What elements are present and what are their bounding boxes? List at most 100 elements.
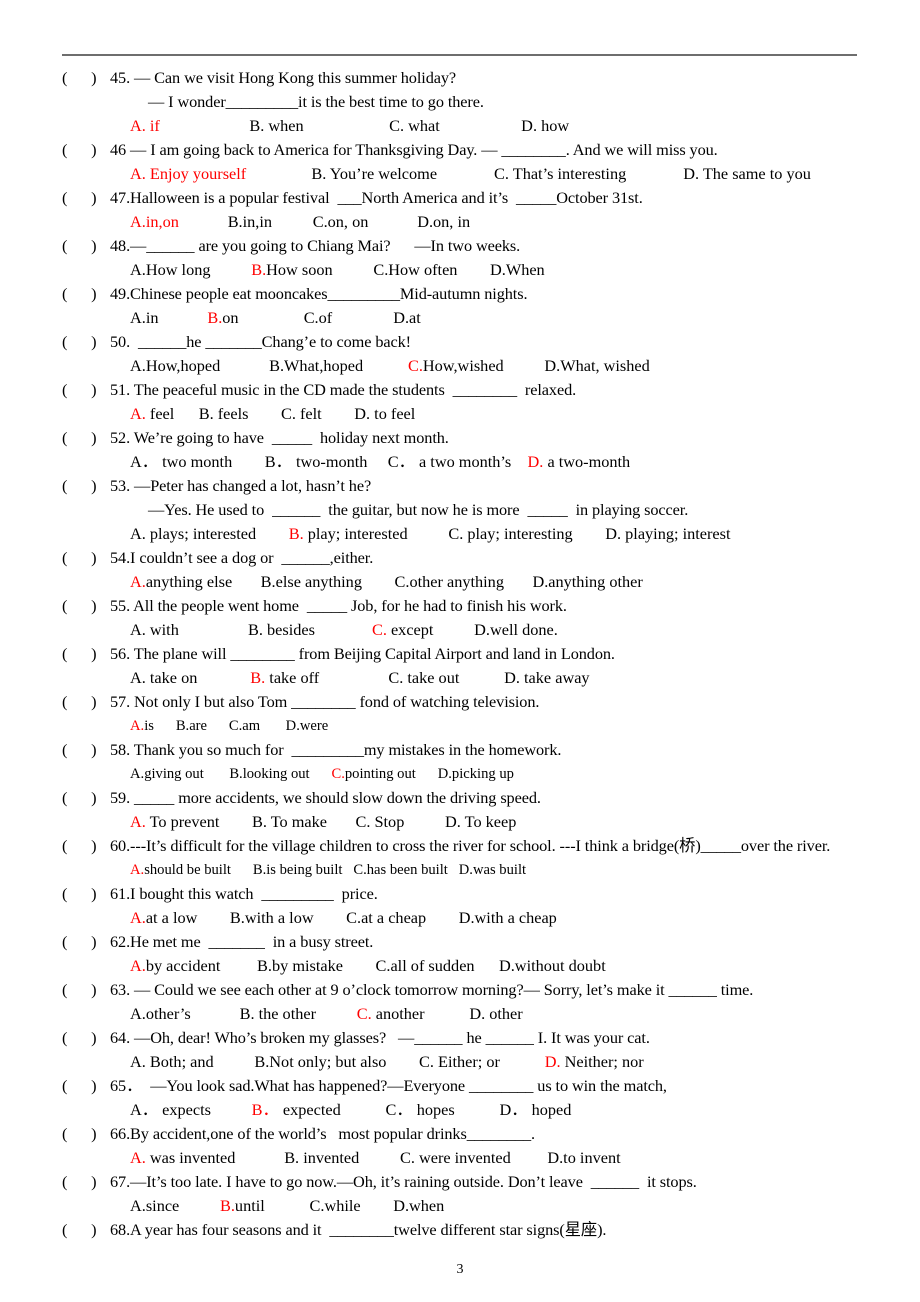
options-row[interactable]: A. feel B. feels C. felt D. to feel — [62, 402, 862, 426]
answer-bracket[interactable]: ( ) — [62, 642, 110, 666]
correct-answer-mark[interactable]: B. — [251, 260, 266, 279]
correct-answer-mark[interactable]: A. — [130, 908, 146, 927]
answer-bracket[interactable]: ( ) — [62, 66, 110, 90]
question-stem: ( ) 66.By accident,one of the world’s mos… — [62, 1122, 862, 1146]
answer-bracket[interactable]: ( ) — [62, 786, 110, 810]
correct-answer-mark[interactable]: A. — [130, 572, 146, 591]
answer-bracket[interactable]: ( ) — [62, 330, 110, 354]
correct-answer-mark[interactable]: A.in,on — [130, 212, 179, 231]
answer-bracket[interactable]: ( ) — [62, 834, 110, 858]
answer-bracket[interactable]: ( ) — [62, 234, 110, 258]
options-row[interactable]: A． expects B． expected C． hopes D． hoped — [62, 1098, 862, 1122]
options-row[interactable]: A. Enjoy yourself B. You’re welcome C. T… — [62, 162, 862, 186]
correct-answer-mark[interactable]: B. — [207, 308, 222, 327]
question-stem-continuation: — I wonder_________it is the best time t… — [62, 90, 862, 114]
question-text: 52. We’re going to have _____ holiday ne… — [110, 428, 449, 447]
question-text: 55. All the people went home _____ Job, … — [110, 596, 567, 615]
correct-answer-mark[interactable]: B. — [250, 668, 265, 687]
question-block: ( ) 56. The plane will ________ from Beij… — [62, 642, 862, 690]
answer-bracket[interactable]: ( ) — [62, 282, 110, 306]
correct-answer-mark[interactable]: C. — [331, 766, 344, 782]
options-row[interactable]: A.is B.are C.am D.were — [62, 714, 862, 738]
options-row[interactable]: A. Both; and B.Not only; but also C. Eit… — [62, 1050, 862, 1074]
header-rule — [62, 54, 857, 56]
options-row[interactable]: A.by accident B.by mistake C.all of sudd… — [62, 954, 862, 978]
question-text: 49.Chinese people eat mooncakes_________… — [110, 284, 528, 303]
question-stem: ( ) 64. —Oh, dear! Who’s broken my glasse… — [62, 1026, 862, 1050]
answer-bracket[interactable]: ( ) — [62, 690, 110, 714]
question-text: 62.He met me _______ in a busy street. — [110, 932, 374, 951]
correct-answer-mark[interactable]: B. — [289, 524, 304, 543]
options-row[interactable]: A.How long B.How soon C.How often D.When — [62, 258, 862, 282]
correct-answer-mark[interactable]: D. — [545, 1052, 561, 1071]
question-text: 47.Halloween is a popular festival ___No… — [110, 188, 643, 207]
options-row[interactable]: A. take on B. take off C. take out D. ta… — [62, 666, 862, 690]
correct-answer-mark[interactable]: A. — [130, 1148, 146, 1167]
correct-answer-mark[interactable]: A. Enjoy yourself — [130, 164, 246, 183]
options-row[interactable]: A.other’s B. the other C. another D. oth… — [62, 1002, 862, 1026]
answer-bracket[interactable]: ( ) — [62, 1218, 110, 1242]
correct-answer-mark[interactable]: B. — [220, 1196, 235, 1215]
answer-bracket[interactable]: ( ) — [62, 138, 110, 162]
question-text: 67.—It’s too late. I have to go now.—Oh,… — [110, 1172, 697, 1191]
answer-bracket[interactable]: ( ) — [62, 738, 110, 762]
question-text: 45. — Can we visit Hong Kong this summer… — [110, 68, 457, 87]
options-row[interactable]: A. plays; interested B. play; interested… — [62, 522, 862, 546]
answer-bracket[interactable]: ( ) — [62, 594, 110, 618]
answer-bracket[interactable]: ( ) — [62, 474, 110, 498]
options-row[interactable]: A.at a low B.with a low C.at a cheap D.w… — [62, 906, 862, 930]
question-text: 60.---It’s difficult for the village chi… — [110, 836, 831, 855]
correct-answer-mark[interactable]: A. — [130, 862, 144, 878]
question-block: ( ) 49.Chinese people eat mooncakes______… — [62, 282, 862, 330]
options-row[interactable]: A.should be built B.is being built C.has… — [62, 858, 862, 882]
options-row[interactable]: A. was invented B. invented C. were inve… — [62, 1146, 862, 1170]
page-number: 3 — [456, 1262, 464, 1277]
correct-answer-mark[interactable]: C. — [372, 620, 387, 639]
question-text: 63. — Could we see each other at 9 o’clo… — [110, 980, 754, 999]
answer-bracket[interactable]: ( ) — [62, 882, 110, 906]
options-row[interactable]: A.in B.on C.of D.at — [62, 306, 862, 330]
options-row[interactable]: A. if B. when C. what D. how — [62, 114, 862, 138]
question-block: ( ) 66.By accident,one of the world’s mos… — [62, 1122, 862, 1170]
question-stem: ( ) 57. Not only I but also Tom ________ … — [62, 690, 862, 714]
answer-bracket[interactable]: ( ) — [62, 978, 110, 1002]
correct-answer-mark[interactable]: A. — [130, 956, 146, 975]
options-row[interactable]: A.since B.until C.while D.when — [62, 1194, 862, 1218]
question-block: ( ) 68.A year has four seasons and it ___… — [62, 1218, 862, 1242]
answer-bracket[interactable]: ( ) — [62, 186, 110, 210]
options-row[interactable]: A.in,on B.in,in C.on, on D.on, in — [62, 210, 862, 234]
question-stem: ( ) 55. All the people went home _____ Jo… — [62, 594, 862, 618]
options-row[interactable]: A． two month B． two-month C． a two month… — [62, 450, 862, 474]
options-row[interactable]: A. with B. besides C. except D.well done… — [62, 618, 862, 642]
answer-bracket[interactable]: ( ) — [62, 378, 110, 402]
answer-bracket[interactable]: ( ) — [62, 1170, 110, 1194]
correct-answer-mark[interactable]: B． — [252, 1100, 279, 1119]
question-block: ( ) 64. —Oh, dear! Who’s broken my glasse… — [62, 1026, 862, 1074]
answer-bracket[interactable]: ( ) — [62, 1122, 110, 1146]
question-stem: ( ) 45. — Can we visit Hong Kong this sum… — [62, 66, 862, 90]
answer-bracket[interactable]: ( ) — [62, 1026, 110, 1050]
question-text: 54.I couldn’t see a dog or ______,either… — [110, 548, 374, 567]
options-row[interactable]: A. To prevent B. To make C. Stop D. To k… — [62, 810, 862, 834]
answer-bracket[interactable]: ( ) — [62, 930, 110, 954]
answer-bracket[interactable]: ( ) — [62, 1074, 110, 1098]
answer-bracket[interactable]: ( ) — [62, 426, 110, 450]
question-stem: ( ) 47.Halloween is a popular festival __… — [62, 186, 862, 210]
question-stem: ( ) 50. ______he _______Chang’e to come b… — [62, 330, 862, 354]
correct-answer-mark[interactable]: A. if — [130, 116, 160, 135]
question-stem: ( ) 68.A year has four seasons and it ___… — [62, 1218, 862, 1242]
question-stem: ( ) 49.Chinese people eat mooncakes______… — [62, 282, 862, 306]
options-row[interactable]: A.anything else B.else anything C.other … — [62, 570, 862, 594]
correct-answer-mark[interactable]: A. — [130, 718, 144, 734]
correct-answer-mark[interactable]: C. — [357, 1004, 372, 1023]
answer-bracket[interactable]: ( ) — [62, 546, 110, 570]
options-row[interactable]: A.How,hoped B.What,hoped C.How,wished D.… — [62, 354, 862, 378]
question-text: 46 — I am going back to America for Than… — [110, 140, 718, 159]
options-row[interactable]: A.giving out B.looking out C.pointing ou… — [62, 762, 862, 786]
correct-answer-mark[interactable]: C. — [408, 356, 423, 375]
correct-answer-mark[interactable]: D. — [528, 452, 544, 471]
correct-answer-mark[interactable]: A. — [130, 812, 146, 831]
question-block: ( ) 50. ______he _______Chang’e to come b… — [62, 330, 862, 378]
question-block: ( ) 55. All the people went home _____ Jo… — [62, 594, 862, 642]
correct-answer-mark[interactable]: A. — [130, 404, 146, 423]
